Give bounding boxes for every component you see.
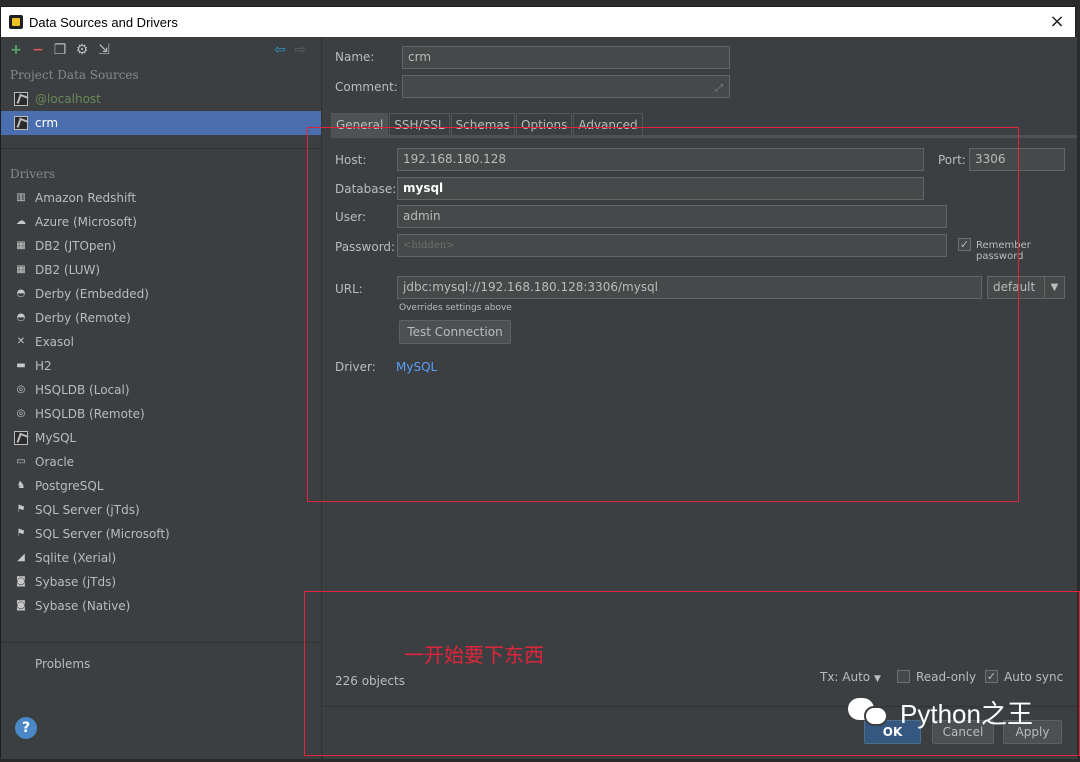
- db2-icon: ▦: [16, 240, 26, 251]
- driver-label: H2: [35, 359, 52, 373]
- wechat-icon: [848, 696, 892, 730]
- db2-icon: ▦: [16, 264, 26, 275]
- cloud-icon: ☁: [16, 216, 26, 227]
- driver-item-derby-remote[interactable]: ◓ Derby (Remote): [1, 306, 321, 330]
- driver-label: Oracle: [35, 455, 75, 469]
- datasource-label: crm: [35, 116, 59, 130]
- problems-item[interactable]: Problems: [1, 642, 322, 671]
- divider: [1, 148, 321, 149]
- driver-label: Sqlite (Xerial): [35, 551, 117, 565]
- mysql-icon: [14, 431, 28, 445]
- derby-hat-icon: ◓: [16, 312, 26, 323]
- driver-label: HSQLDB (Remote): [35, 407, 145, 421]
- driver-label: Azure (Microsoft): [35, 215, 137, 229]
- help-icon[interactable]: ?: [15, 717, 37, 739]
- sidebar: + − ❐ ⚙ ⇲ ⇦ ⇨ Project Data Sources @loca…: [1, 37, 322, 759]
- driver-item-sqlserver-jtds[interactable]: ⚑ SQL Server (jTds): [1, 498, 321, 522]
- oracle-icon: ▭: [16, 456, 26, 467]
- expand-icon[interactable]: ⤢: [715, 78, 723, 97]
- datasource-item-localhost[interactable]: @localhost: [1, 87, 321, 111]
- elephant-icon: ♞: [16, 480, 26, 491]
- annotation-box-general: [307, 127, 1019, 502]
- datasource-label: @localhost: [35, 92, 101, 106]
- driver-item-sybase-jtds[interactable]: ◙ Sybase (jTds): [1, 570, 321, 594]
- back-icon[interactable]: ⇦: [271, 41, 289, 59]
- title-bar: Data Sources and Drivers ×: [1, 7, 1075, 37]
- watermark: Python之王: [848, 694, 1033, 731]
- h2-icon: ▬: [16, 360, 26, 371]
- driver-label: DB2 (JTOpen): [35, 239, 117, 253]
- driver-label: Sybase (jTds): [35, 575, 117, 589]
- driver-label: Amazon Redshift: [35, 191, 137, 205]
- driver-label: DB2 (LUW): [35, 263, 101, 277]
- hsqldb-icon: ◎: [16, 384, 26, 395]
- forward-icon[interactable]: ⇨: [291, 41, 309, 59]
- close-icon[interactable]: ×: [1047, 12, 1067, 32]
- exasol-icon: ✕: [16, 336, 26, 347]
- driver-item-oracle[interactable]: ▭ Oracle: [1, 450, 321, 474]
- driver-item-sqlserver-microsoft[interactable]: ⚑ SQL Server (Microsoft): [1, 522, 321, 546]
- add-icon[interactable]: +: [7, 41, 25, 59]
- watermark-text: Python之王: [900, 699, 1033, 729]
- driver-label: SQL Server (jTds): [35, 503, 140, 517]
- driver-settings-icon[interactable]: ⚙: [73, 41, 91, 59]
- driver-label: HSQLDB (Local): [35, 383, 130, 397]
- sqlserver-icon: ⚑: [16, 504, 26, 515]
- driver-item-azure[interactable]: ☁ Azure (Microsoft): [1, 210, 321, 234]
- driver-item-db2-luw[interactable]: ▦ DB2 (LUW): [1, 258, 321, 282]
- derby-hat-icon: ◓: [16, 288, 26, 299]
- drivers-title: Drivers: [10, 167, 55, 181]
- sidebar-toolbar: + − ❐ ⚙ ⇲ ⇦ ⇨: [1, 37, 321, 63]
- annotation-text: 一开始要下东西: [404, 643, 544, 667]
- project-data-sources-title: Project Data Sources: [10, 68, 139, 82]
- sybase-icon: ◙: [16, 600, 26, 611]
- driver-item-db2-jtopen[interactable]: ▦ DB2 (JTOpen): [1, 234, 321, 258]
- comment-field[interactable]: ⤢: [402, 75, 730, 98]
- driver-label: SQL Server (Microsoft): [35, 527, 170, 541]
- window-title: Data Sources and Drivers: [29, 14, 178, 30]
- annotation-box-footer: [304, 591, 1080, 756]
- driver-item-h2[interactable]: ▬ H2: [1, 354, 321, 378]
- datasource-item-crm[interactable]: crm: [1, 111, 321, 135]
- driver-item-exasol[interactable]: ✕ Exasol: [1, 330, 321, 354]
- sybase-icon: ◙: [16, 576, 26, 587]
- hsqldb-icon: ◎: [16, 408, 26, 419]
- sqlite-icon: ◢: [17, 552, 25, 563]
- driver-item-postgresql[interactable]: ♞ PostgreSQL: [1, 474, 321, 498]
- mysql-icon: [14, 92, 28, 106]
- chevron-down-icon: ▼: [1044, 277, 1064, 298]
- comment-label: Comment:: [335, 80, 398, 94]
- name-field[interactable]: crm: [402, 46, 730, 69]
- driver-label: MySQL: [35, 431, 77, 445]
- driver-label: Sybase (Native): [35, 599, 131, 613]
- name-label: Name:: [335, 50, 375, 64]
- mysql-icon: [14, 116, 28, 130]
- driver-item-hsqldb-local[interactable]: ◎ HSQLDB (Local): [1, 378, 321, 402]
- import-icon[interactable]: ⇲: [95, 41, 113, 59]
- driver-item-hsqldb-remote[interactable]: ◎ HSQLDB (Remote): [1, 402, 321, 426]
- driver-item-derby-embedded[interactable]: ◓ Derby (Embedded): [1, 282, 321, 306]
- driver-label: Derby (Remote): [35, 311, 131, 325]
- driver-label: Exasol: [35, 335, 74, 349]
- driver-label: Derby (Embedded): [35, 287, 149, 301]
- remove-icon[interactable]: −: [29, 41, 47, 59]
- sqlserver-icon: ⚑: [16, 528, 26, 539]
- duplicate-icon[interactable]: ❐: [51, 41, 69, 59]
- driver-item-sybase-native[interactable]: ◙ Sybase (Native): [1, 594, 321, 618]
- redshift-icon: ▥: [16, 192, 26, 203]
- driver-item-sqlite[interactable]: ◢ Sqlite (Xerial): [1, 546, 321, 570]
- app-icon: [9, 15, 23, 29]
- driver-label: PostgreSQL: [35, 479, 104, 493]
- driver-item-mysql[interactable]: MySQL: [1, 426, 321, 450]
- driver-item-amazon-redshift[interactable]: ▥ Amazon Redshift: [1, 186, 321, 210]
